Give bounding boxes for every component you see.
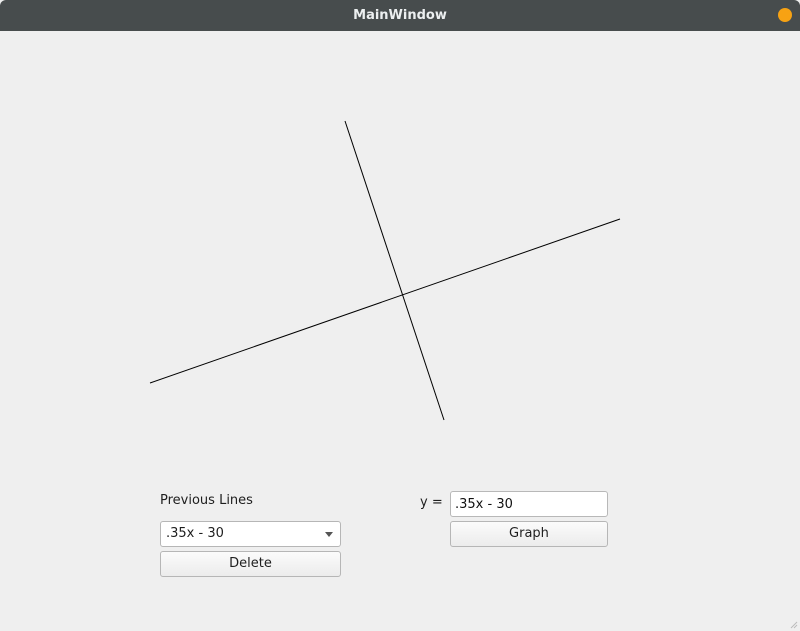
previous-lines-label: Previous Lines [160, 493, 253, 508]
previous-lines-dropdown[interactable]: .35x - 30 [160, 521, 341, 547]
resize-grip-icon[interactable] [790, 621, 798, 629]
title-bar: MainWindow [0, 0, 800, 31]
delete-button[interactable]: Delete [160, 551, 341, 577]
main-window: MainWindow Previous Lines .35x - 30 Dele… [0, 0, 800, 631]
window-title: MainWindow [353, 8, 447, 23]
chevron-down-icon [325, 532, 333, 537]
graph-canvas [149, 120, 621, 421]
close-window-button[interactable] [778, 8, 792, 22]
graph-button[interactable]: Graph [450, 521, 608, 547]
equation-input[interactable] [450, 491, 608, 517]
graph-line [149, 218, 621, 384]
graph-line [344, 120, 445, 421]
previous-lines-selected: .35x - 30 [166, 526, 224, 541]
equation-prefix-label: y = [420, 495, 443, 510]
